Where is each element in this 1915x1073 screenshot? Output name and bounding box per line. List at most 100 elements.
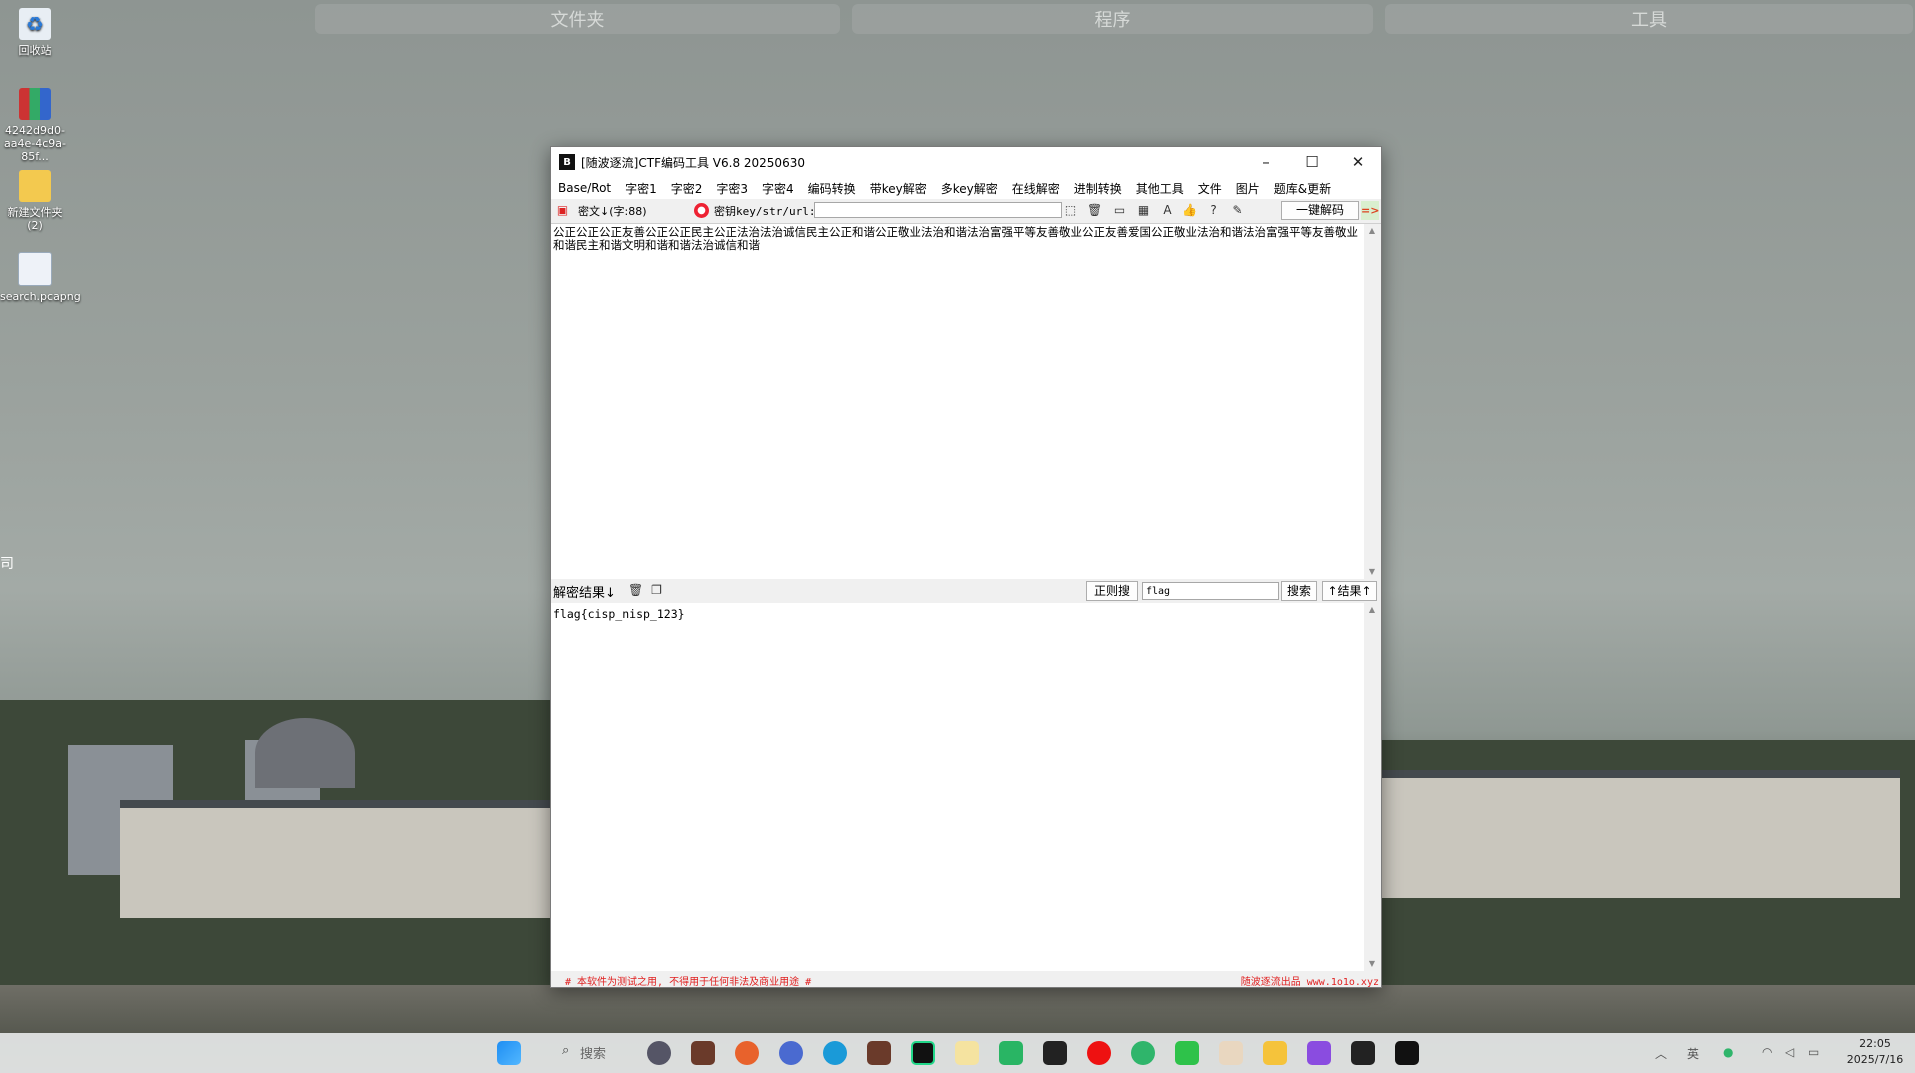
scroll-down-icon[interactable]: ▼: [1364, 959, 1380, 968]
launcher-tools[interactable]: 工具: [1385, 4, 1913, 34]
desktop-icon-archive[interactable]: 4242d9d0-aa4e-4c9a-85f...: [0, 88, 70, 163]
firefox-icon[interactable]: [735, 1041, 759, 1065]
menu-item-zimi2[interactable]: 字密2: [664, 180, 710, 197]
app-icon[interactable]: [1219, 1041, 1243, 1065]
pdf-icon[interactable]: ▣: [555, 203, 570, 218]
menu-item-library-update[interactable]: 题库&更新: [1267, 180, 1338, 197]
terminal-icon[interactable]: [1043, 1041, 1067, 1065]
one-click-decode-button[interactable]: 一键解码: [1281, 201, 1359, 220]
launcher-programs[interactable]: 程序: [852, 4, 1373, 34]
desktop-edge-text: 司: [0, 556, 14, 572]
result-toolbar: 解密结果↓ 🗑 ❐ 正则搜 搜索 ↑结果↑: [551, 579, 1381, 603]
result-textarea[interactable]: flag{cisp_nisp_123}: [551, 603, 1364, 971]
ime-indicator[interactable]: 英: [1687, 1045, 1699, 1062]
app-icon[interactable]: [1351, 1041, 1375, 1065]
folder-icon: [19, 170, 51, 202]
taskbar-search[interactable]: 搜索: [580, 1043, 606, 1062]
cipher-textarea[interactable]: 公正公正公正友善公正公正民主公正法治法治诚信民主公正和谐公正敬业法治和谐法治富强…: [551, 224, 1364, 579]
key-label: 密钥key/str/url:: [714, 205, 816, 218]
launcher-folders[interactable]: 文件夹: [315, 4, 840, 34]
close-button[interactable]: ✕: [1335, 147, 1381, 177]
app-tray-icon[interactable]: ●: [1723, 1045, 1733, 1059]
edit-icon[interactable]: ✎: [1230, 203, 1245, 218]
app-icon: B: [559, 154, 575, 170]
app-icon[interactable]: [647, 1041, 671, 1065]
menu-item-other-tools[interactable]: 其他工具: [1129, 180, 1191, 197]
help-icon[interactable]: ?: [1206, 203, 1221, 218]
key-input[interactable]: [814, 202, 1062, 218]
trash-icon[interactable]: 🗑: [1087, 203, 1102, 218]
app-icon[interactable]: [867, 1041, 891, 1065]
menu-item-key-decrypt[interactable]: 带key解密: [863, 180, 934, 197]
desktop-icon-label: 新建文件夹 (2): [7, 206, 63, 232]
scroll-up-icon[interactable]: ▲: [1364, 605, 1380, 614]
volume-icon[interactable]: ◁: [1785, 1045, 1794, 1059]
edge-icon[interactable]: [823, 1041, 847, 1065]
file-explorer-icon[interactable]: [1263, 1041, 1287, 1065]
search-button[interactable]: 搜索: [1281, 581, 1317, 601]
background-building: [1380, 770, 1900, 898]
minimize-button[interactable]: –: [1243, 147, 1289, 177]
thumbs-up-icon[interactable]: 👍: [1182, 203, 1197, 218]
menu-item-multikey-decrypt[interactable]: 多key解密: [934, 180, 1005, 197]
key-icon: ●: [694, 203, 709, 218]
app-icon[interactable]: [955, 1041, 979, 1065]
font-icon[interactable]: A: [1160, 203, 1175, 218]
desktop-icon-label: 4242d9d0-aa4e-4c9a-85f...: [4, 124, 66, 163]
cipher-label: 密文↓(字:88): [578, 205, 647, 218]
menu-item-zimi4[interactable]: 字密4: [755, 180, 801, 197]
desktop-icon-label: search.pcapng: [0, 290, 81, 303]
search-input[interactable]: [1142, 582, 1279, 600]
desktop-icon-pcapng[interactable]: search.pcapng: [0, 252, 81, 303]
start-icon[interactable]: [497, 1041, 521, 1065]
app-icon[interactable]: [1307, 1041, 1331, 1065]
maximize-button[interactable]: ☐: [1289, 147, 1335, 177]
window-title: [随波逐流]CTF编码工具 V6.8 20250630: [581, 155, 805, 170]
browser-icon[interactable]: [779, 1041, 803, 1065]
menu-bar: Base/Rot 字密1 字密2 字密3 字密4 编码转换 带key解密 多ke…: [551, 177, 1381, 199]
taskbar: ⌕ 搜索 ︿ 英 ● ◠ ◁ ▭ 22:05 2025/7/16: [0, 1033, 1915, 1073]
chevron-up-icon[interactable]: ︿: [1655, 1045, 1667, 1062]
winrar-archive-icon: [19, 88, 51, 120]
menu-item-image[interactable]: 图片: [1229, 180, 1267, 197]
app-icon[interactable]: [999, 1041, 1023, 1065]
cipher-scrollbar[interactable]: ▲ ▼: [1364, 224, 1380, 579]
menu-item-zimi1[interactable]: 字密1: [618, 180, 664, 197]
app-icon[interactable]: [1131, 1041, 1155, 1065]
menu-item-encoding[interactable]: 编码转换: [801, 180, 863, 197]
scroll-up-icon[interactable]: ▲: [1364, 226, 1380, 235]
background-water: [0, 985, 1915, 1033]
desktop-icon-recycle-bin[interactable]: ♻ 回收站: [0, 8, 70, 57]
menu-item-base-rot[interactable]: Base/Rot: [551, 181, 618, 195]
arrow-button[interactable]: =>: [1361, 201, 1379, 220]
netease-music-icon[interactable]: [1087, 1041, 1111, 1065]
result-scrollbar[interactable]: ▲ ▼: [1364, 603, 1380, 971]
wechat-icon[interactable]: [1175, 1041, 1199, 1065]
app-icon[interactable]: [691, 1041, 715, 1065]
search-icon[interactable]: ⌕: [562, 1043, 569, 1058]
copy-icon[interactable]: ❐: [649, 583, 664, 598]
table-icon[interactable]: ▦: [1136, 203, 1151, 218]
menu-item-radix[interactable]: 进制转换: [1067, 180, 1129, 197]
cursor-select-icon[interactable]: ⬚: [1063, 203, 1078, 218]
clock-time: 22:05: [1859, 1037, 1891, 1050]
status-credit: 随波逐流出品 www.1o1o.xyz: [1240, 977, 1379, 988]
window-icon[interactable]: ▭: [1112, 203, 1127, 218]
desktop-icon-new-folder[interactable]: 新建文件夹 (2): [0, 170, 70, 232]
menu-item-zimi3[interactable]: 字密3: [709, 180, 755, 197]
pycharm-icon[interactable]: [911, 1041, 935, 1065]
ctf-tool-window: B [随波逐流]CTF编码工具 V6.8 20250630 – ☐ ✕ Base…: [550, 146, 1382, 988]
battery-icon[interactable]: ▭: [1808, 1045, 1819, 1059]
taskbar-clock[interactable]: 22:05 2025/7/16: [1836, 1036, 1914, 1068]
regex-search-button[interactable]: 正则搜: [1086, 581, 1138, 601]
recycle-bin-icon: ♻: [19, 8, 51, 40]
wifi-icon[interactable]: ◠: [1762, 1045, 1772, 1059]
menu-item-file[interactable]: 文件: [1191, 180, 1229, 197]
scroll-down-icon[interactable]: ▼: [1364, 567, 1380, 576]
title-bar[interactable]: B [随波逐流]CTF编码工具 V6.8 20250630 – ☐ ✕: [551, 147, 1381, 177]
result-up-button[interactable]: ↑结果↑: [1322, 581, 1377, 601]
trash-icon[interactable]: 🗑: [628, 583, 643, 598]
ctf-tool-taskbar-icon[interactable]: [1395, 1041, 1419, 1065]
menu-item-online-decrypt[interactable]: 在线解密: [1005, 180, 1067, 197]
background-building: [120, 800, 550, 918]
